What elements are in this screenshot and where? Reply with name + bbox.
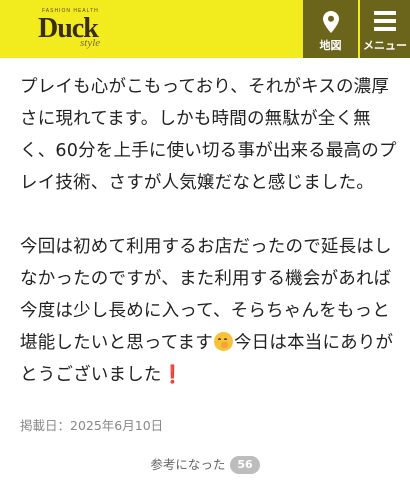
menu-label: メニュー: [363, 39, 407, 52]
review-paragraph-1: プレイも心がこもっており、それがキスの濃厚さに現れてます。しかも時間の無駄が全く…: [20, 77, 397, 193]
map-label: 地図: [319, 39, 342, 52]
review-paragraph-2: 今回は初めて利用するお店だったので延長はしなかったのですが、また利用する機会があ…: [20, 231, 398, 391]
posted-date: 掲載日：2025年6月10日: [20, 418, 164, 433]
site-header: FASHION HEALTH Duck style 地図 メニュー: [0, 0, 410, 58]
exclamation-icon: ❗: [161, 365, 184, 385]
map-pin-icon: [322, 11, 339, 33]
logo-subtitle: style: [80, 37, 101, 49]
review-body: プレイも心がこもっており、それがキスの濃厚さに現れてます。しかも時間の無駄が全く…: [20, 71, 398, 391]
helpful-count-badge: 56: [230, 456, 260, 474]
menu-button[interactable]: メニュー: [360, 0, 410, 58]
helpful-label: 参考になった: [150, 457, 226, 472]
helpful-button[interactable]: 参考になった 56: [150, 454, 260, 474]
map-button[interactable]: 地図: [303, 0, 358, 58]
duck-logo[interactable]: FASHION HEALTH Duck style: [20, 7, 120, 53]
hamburger-menu-icon: [374, 11, 396, 31]
helpful-section: 参考になった 56: [0, 454, 410, 474]
hugging-face-emoji-icon: [213, 332, 233, 351]
